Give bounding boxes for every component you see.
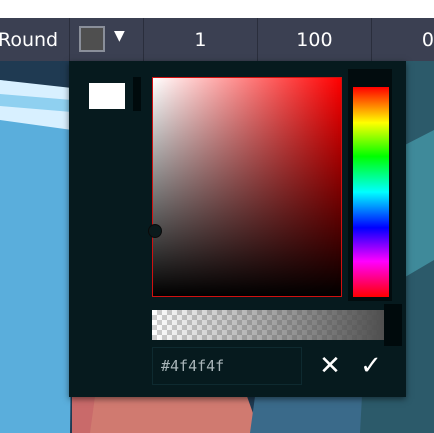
saturation-value-cursor[interactable]: [148, 224, 162, 238]
color-preview-swatch[interactable]: [89, 83, 125, 109]
check-icon: ✓: [360, 351, 382, 381]
line-cap-select[interactable]: Round: [0, 18, 70, 61]
opacity-value: 100: [296, 28, 333, 51]
hue-slider[interactable]: [353, 87, 389, 297]
saturation-value-area[interactable]: [152, 77, 342, 297]
extra-field-value: 0: [421, 28, 434, 51]
stroke-toolbar: Round ▼ 1 100 0: [0, 18, 434, 61]
alpha-slider[interactable]: [152, 310, 384, 340]
opacity-field[interactable]: 100: [258, 18, 372, 61]
extra-field[interactable]: 0: [372, 18, 434, 61]
line-cap-label: Round: [0, 28, 59, 51]
confirm-button[interactable]: ✓: [355, 349, 387, 383]
chevron-down-icon: ▼: [113, 28, 125, 44]
hex-color-input[interactable]: [152, 347, 302, 385]
stroke-width-field[interactable]: 1: [144, 18, 258, 61]
color-picker-popup: ✕ ✓: [69, 61, 406, 397]
current-color-swatch: [78, 26, 105, 52]
color-picker-button[interactable]: ▼: [69, 18, 144, 61]
preview-separator: [133, 77, 141, 111]
stroke-width-value: 1: [194, 28, 207, 51]
alpha-slider-handle[interactable]: [384, 304, 402, 346]
cancel-button[interactable]: ✕: [314, 349, 346, 383]
close-icon: ✕: [319, 351, 341, 381]
